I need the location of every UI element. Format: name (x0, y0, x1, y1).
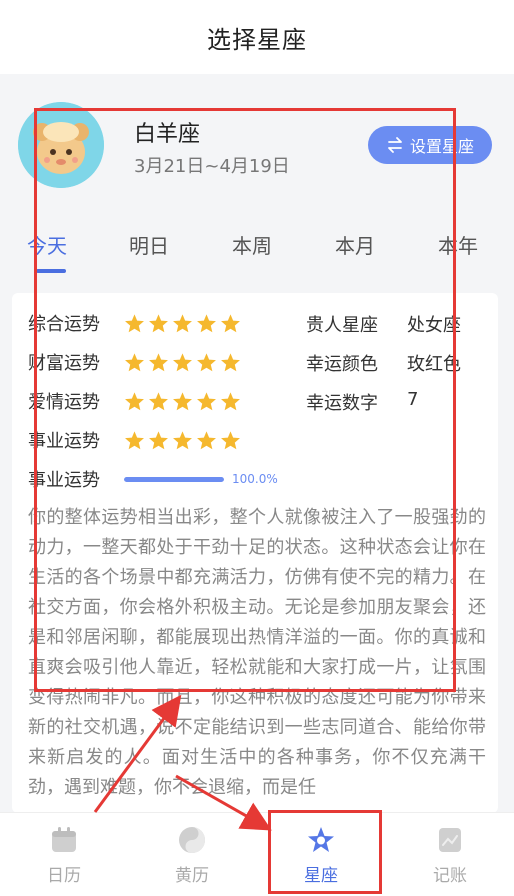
period-tabs: 今天 明日 本周 本月 本年 (0, 230, 514, 274)
swap-icon (388, 137, 402, 153)
career-progress-text: 100.0% (232, 472, 278, 486)
nav-almanac-label: 黄历 (175, 865, 209, 886)
yin-yang-icon (179, 826, 205, 853)
nav-zodiac-label: 星座 (304, 865, 338, 886)
lucky-number-value: 7 (407, 389, 419, 410)
fortune-card: 综合运势 财富运势 爱情运势 事业运势 事业运势 100.0% 贵人星座 处女座… (12, 293, 498, 813)
set-zodiac-button[interactable]: 设置星座 (368, 126, 492, 164)
star-icon (221, 313, 240, 332)
star-icon (149, 352, 168, 371)
fortune-label: 财富运势 (28, 353, 100, 374)
star-icon (173, 313, 192, 332)
star-icon (149, 313, 168, 332)
star-rating (124, 430, 241, 451)
star-icon (221, 391, 240, 410)
star-icon (221, 430, 240, 449)
app-header: 选择星座 (0, 0, 514, 74)
star-icon (173, 352, 192, 371)
star-icon (125, 430, 144, 449)
nav-calendar-label: 日历 (47, 865, 81, 886)
active-tab-indicator (36, 269, 66, 273)
zodiac-name: 白羊座 (134, 122, 201, 147)
nav-ledger-label: 记账 (433, 865, 467, 886)
nav-almanac[interactable]: 黄历 (128, 813, 256, 896)
fortune-row-love: 爱情运势 (28, 387, 241, 415)
nav-zodiac[interactable]: 星座 (257, 813, 385, 896)
star-icon (149, 391, 168, 410)
fortune-row-career: 事业运势 (28, 426, 241, 454)
lucky-number-label: 幸运数字 (306, 393, 378, 414)
star-icon (125, 391, 144, 410)
lucky-color-label: 幸运颜色 (306, 354, 378, 375)
tab-today[interactable]: 今天 (27, 230, 67, 259)
tab-tomorrow[interactable]: 明日 (129, 230, 169, 259)
fortune-label: 事业运势 (28, 431, 100, 452)
fortune-row-career-progress: 事业运势 100.0% (28, 465, 278, 493)
ledger-icon (439, 827, 461, 852)
calendar-icon (52, 826, 76, 852)
noble-sign-value: 处女座 (407, 315, 461, 336)
fortune-label: 事业运势 (28, 470, 100, 491)
fortune-row-overall: 综合运势 (28, 309, 241, 337)
star-icon (173, 391, 192, 410)
star-rating (124, 391, 241, 412)
tab-this-month[interactable]: 本月 (335, 230, 375, 259)
tab-this-week[interactable]: 本周 (232, 230, 272, 259)
star-icon (197, 391, 216, 410)
star-icon (308, 826, 334, 852)
star-rating (124, 352, 241, 373)
bottom-navigation: 日历 黄历 星座 记账 (0, 812, 514, 896)
star-icon (221, 352, 240, 371)
zodiac-profile: 白羊座 3月21日~4月19日 设置星座 (0, 74, 514, 204)
aries-avatar (18, 102, 104, 188)
page-title: 选择星座 (207, 25, 307, 54)
tab-this-year[interactable]: 本年 (438, 230, 478, 259)
career-progress-bar (124, 476, 224, 482)
nav-ledger[interactable]: 记账 (386, 813, 514, 896)
star-icon (125, 352, 144, 371)
star-icon (197, 313, 216, 332)
fortune-label: 综合运势 (28, 314, 100, 335)
star-rating (124, 313, 241, 334)
star-icon (197, 352, 216, 371)
set-zodiac-label: 设置星座 (409, 137, 474, 156)
ram-mascot-icon (18, 102, 104, 188)
zodiac-date-range: 3月21日~4月19日 (134, 156, 290, 177)
career-progress-fill (124, 476, 224, 482)
fortune-description: 你的整体运势相当出彩，整个人就像被注入了一股强劲的动力，一整天都处于干劲十足的状… (28, 507, 486, 798)
noble-sign-label: 贵人星座 (306, 315, 378, 336)
star-icon (149, 430, 168, 449)
lucky-color-value: 玫红色 (407, 354, 461, 375)
star-icon (125, 313, 144, 332)
star-icon (173, 430, 192, 449)
star-icon (197, 430, 216, 449)
fortune-label: 爱情运势 (28, 392, 100, 413)
fortune-row-wealth: 财富运势 (28, 348, 241, 376)
nav-calendar[interactable]: 日历 (0, 813, 128, 896)
